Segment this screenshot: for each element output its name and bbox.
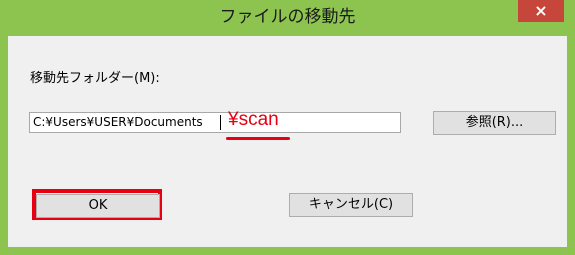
destination-folder-input[interactable]: C:¥Users¥USER¥Documents <box>29 112 401 133</box>
ok-button[interactable]: OK <box>36 194 160 218</box>
destination-folder-value: C:¥Users¥USER¥Documents <box>33 115 203 129</box>
destination-folder-label: 移動先フォルダー(M): <box>30 71 160 86</box>
title-bar[interactable]: ファイルの移動先 × <box>0 0 575 36</box>
dialog-body: 移動先フォルダー(M): C:¥Users¥USER¥Documents ¥sc… <box>8 36 567 247</box>
dialog-title: ファイルの移動先 <box>219 7 356 27</box>
annotation-underline <box>226 137 290 140</box>
move-file-dialog: ファイルの移動先 × 移動先フォルダー(M): C:¥Users¥USER¥Do… <box>0 0 575 255</box>
browse-button[interactable]: 参照(R)... <box>433 111 556 135</box>
close-icon: × <box>534 1 548 20</box>
cancel-button[interactable]: キャンセル(C) <box>289 193 413 217</box>
annotation-scan-text: ¥scan <box>228 109 279 130</box>
text-caret <box>220 115 221 130</box>
close-button[interactable]: × <box>518 0 564 22</box>
